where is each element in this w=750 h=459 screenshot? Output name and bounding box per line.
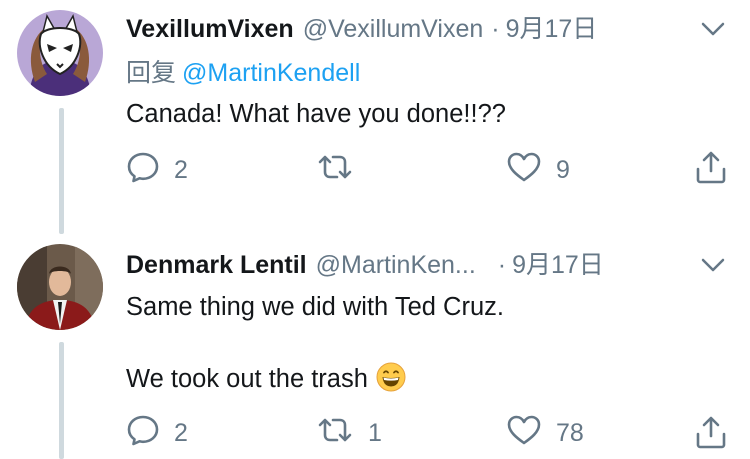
separator-dot: · [497, 251, 507, 279]
tweet-denmark-lentil[interactable]: Denmark Lentil @MartinKen... · 9月17日 Sam… [0, 230, 750, 459]
chevron-down-icon[interactable] [698, 14, 728, 44]
retweet-button[interactable] [316, 150, 368, 190]
tweet-text-segment: We took out the trash [126, 365, 368, 393]
avatar[interactable] [17, 10, 103, 96]
tweet-text-line: Same thing we did with Ted Cruz. [126, 293, 504, 321]
like-button[interactable]: 78 [506, 413, 584, 453]
display-name[interactable]: Denmark Lentil [126, 248, 307, 282]
like-count: 78 [556, 418, 584, 447]
separator-dot: · [491, 15, 500, 43]
display-name[interactable]: VexillumVixen [126, 12, 294, 46]
tweet-header: Denmark Lentil @MartinKen... · 9月17日 [126, 248, 650, 282]
thread-line [59, 342, 64, 459]
reply-count: 2 [174, 155, 188, 184]
share-button[interactable] [694, 415, 728, 455]
retweet-icon [316, 150, 354, 191]
reply-button[interactable]: 2 [126, 413, 188, 453]
share-button[interactable] [694, 150, 728, 190]
tweet-date[interactable]: 9月17日 [506, 12, 598, 46]
user-handle[interactable]: @MartinKen... [316, 248, 476, 282]
reply-mention-link[interactable]: @MartinKendell [182, 59, 360, 87]
thread-line [59, 108, 64, 234]
tweet-text: Canada! What have you done!!?? [126, 100, 506, 128]
speech-bubble-icon [126, 150, 160, 191]
retweet-button[interactable]: 1 [316, 413, 382, 453]
tweet-header: VexillumVixen @VexillumVixen · 9月17日 [126, 12, 650, 46]
speech-bubble-icon [126, 413, 160, 454]
like-button[interactable]: 9 [506, 150, 570, 190]
tweet-vexillumvixen[interactable]: VexillumVixen @VexillumVixen · 9月17日 回复 @… [0, 0, 750, 234]
user-handle[interactable]: @VexillumVixen [303, 12, 484, 46]
retweet-count: 1 [368, 418, 382, 447]
share-icon [694, 414, 728, 457]
share-icon [694, 149, 728, 192]
like-count: 9 [556, 155, 570, 184]
reply-count: 2 [174, 418, 188, 447]
reply-button[interactable]: 2 [126, 150, 188, 190]
retweet-icon [316, 413, 354, 454]
reply-prefix: 回复 [126, 59, 177, 87]
heart-icon [506, 150, 542, 191]
heart-icon [506, 413, 542, 454]
chevron-down-icon[interactable] [698, 250, 728, 280]
grinning-face-emoji-icon [376, 362, 406, 392]
reply-to-line: 回复 @MartinKendell [126, 56, 360, 90]
avatar[interactable] [17, 244, 103, 330]
tweet-date[interactable]: 9月17日 [512, 248, 604, 282]
tweet-text-line: We took out the trash [126, 362, 406, 396]
